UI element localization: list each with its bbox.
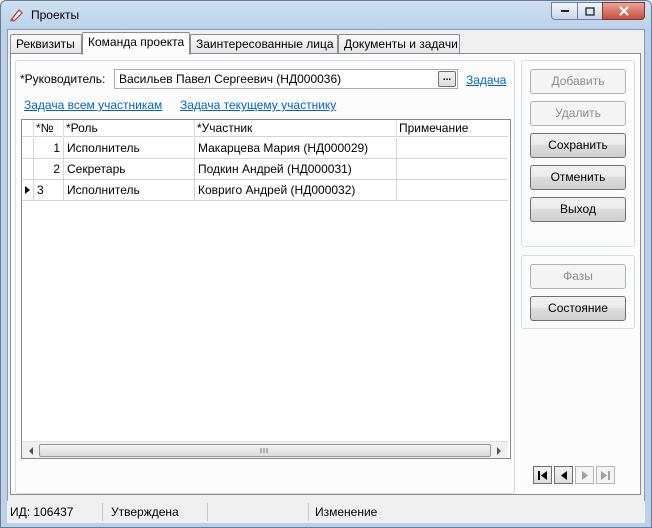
cell-note[interactable] bbox=[397, 159, 508, 180]
status-id: ИД: 106437 bbox=[7, 503, 103, 521]
column-header-number[interactable]: *№ bbox=[34, 120, 64, 137]
status-bar: ИД: 106437 Утверждена Изменение bbox=[7, 501, 645, 523]
tab-panel-project-team: *Руководитель: Васильев Павел Сергеевич … bbox=[10, 53, 641, 495]
previous-record-icon[interactable] bbox=[554, 466, 573, 484]
scroll-right-icon[interactable] bbox=[491, 443, 507, 458]
tab-stakeholders[interactable]: Заинтересованные лица bbox=[190, 34, 338, 54]
actions-group: Добавить Удалить Сохранить Отменить Выхо… bbox=[521, 60, 635, 247]
cell-note[interactable] bbox=[397, 138, 508, 159]
current-row-arrow-icon bbox=[22, 180, 34, 201]
team-grid[interactable]: *№ *Роль *Участник Примечание 1 Исполнит… bbox=[21, 119, 511, 459]
tab-documents-tasks[interactable]: Документы и задачи bbox=[338, 34, 460, 54]
cell-member[interactable]: Макарцева Мария (НД000029) bbox=[195, 138, 397, 159]
status-empty-panel bbox=[213, 503, 309, 521]
scroll-thumb[interactable] bbox=[39, 444, 491, 457]
table-row[interactable]: 2 Секретарь Подкин Андрей (НД000031) bbox=[22, 159, 508, 180]
horizontal-scrollbar[interactable] bbox=[22, 441, 508, 458]
task-all-members-link[interactable]: Задача всем участникам bbox=[24, 98, 162, 112]
client-area: Реквизиты Команда проекта Заинтересованн… bbox=[7, 29, 645, 521]
table-row[interactable]: 1 Исполнитель Макарцева Мария (НД000029) bbox=[22, 138, 508, 159]
cell-note[interactable] bbox=[397, 180, 508, 201]
tab-project-team[interactable]: Команда проекта bbox=[82, 32, 190, 55]
row-indicator bbox=[22, 138, 34, 159]
status-mode: Изменение bbox=[315, 505, 378, 519]
cell-number[interactable]: 2 bbox=[34, 159, 64, 180]
cell-number[interactable]: 1 bbox=[34, 138, 64, 159]
column-header-note[interactable]: Примечание bbox=[397, 120, 510, 137]
app-window: Проекты Реквизиты Команда проекта Заинте… bbox=[0, 0, 652, 528]
cell-role[interactable]: Исполнитель bbox=[64, 180, 195, 201]
row-indicator-header bbox=[22, 120, 34, 137]
maximize-button[interactable] bbox=[577, 2, 603, 20]
row-indicator bbox=[22, 159, 34, 180]
exit-button[interactable]: Выход bbox=[530, 197, 626, 222]
browse-manager-button[interactable]: ... bbox=[438, 71, 456, 87]
minimize-button[interactable] bbox=[551, 2, 578, 20]
status-state: Утверждена bbox=[108, 503, 208, 521]
table-row-current[interactable]: 3 Исполнитель Ковриго Андрей (НД000032) bbox=[22, 180, 508, 201]
app-icon bbox=[9, 7, 25, 23]
tab-requisites[interactable]: Реквизиты bbox=[10, 34, 82, 54]
window-title: Проекты bbox=[31, 8, 80, 22]
column-header-role[interactable]: *Роль bbox=[64, 120, 195, 137]
scroll-left-icon[interactable] bbox=[23, 443, 39, 458]
last-record-icon[interactable] bbox=[596, 466, 615, 484]
task-link[interactable]: Задача bbox=[466, 73, 506, 87]
next-record-icon[interactable] bbox=[575, 466, 594, 484]
cell-member[interactable]: Подкин Андрей (НД000031) bbox=[195, 159, 397, 180]
cell-number[interactable]: 3 bbox=[34, 180, 64, 201]
close-button[interactable] bbox=[602, 2, 645, 20]
task-current-member-link[interactable]: Задача текущему участнику bbox=[180, 98, 336, 112]
cell-member[interactable]: Ковриго Андрей (НД000032) bbox=[195, 180, 397, 201]
team-group: *Руководитель: Васильев Павел Сергеевич … bbox=[15, 60, 515, 494]
manager-value: Васильев Павел Сергеевич (НД000036) bbox=[119, 72, 342, 86]
cell-role[interactable]: Секретарь bbox=[64, 159, 195, 180]
first-record-icon[interactable] bbox=[533, 466, 552, 484]
manager-label: *Руководитель: bbox=[20, 72, 106, 86]
column-header-member[interactable]: *Участник bbox=[195, 120, 397, 137]
add-button[interactable]: Добавить bbox=[530, 69, 626, 94]
phases-button[interactable]: Фазы bbox=[530, 264, 626, 289]
delete-button[interactable]: Удалить bbox=[530, 101, 626, 126]
state-button[interactable]: Состояние bbox=[530, 296, 626, 321]
save-button[interactable]: Сохранить bbox=[530, 133, 626, 158]
title-bar[interactable]: Проекты bbox=[1, 1, 651, 29]
cell-role[interactable]: Исполнитель bbox=[64, 138, 195, 159]
cancel-button[interactable]: Отменить bbox=[530, 165, 626, 190]
phases-group: Фазы Состояние bbox=[521, 255, 635, 329]
manager-field[interactable]: Васильев Павел Сергеевич (НД000036) bbox=[114, 69, 458, 89]
grid-header: *№ *Роль *Участник Примечание bbox=[22, 120, 508, 137]
